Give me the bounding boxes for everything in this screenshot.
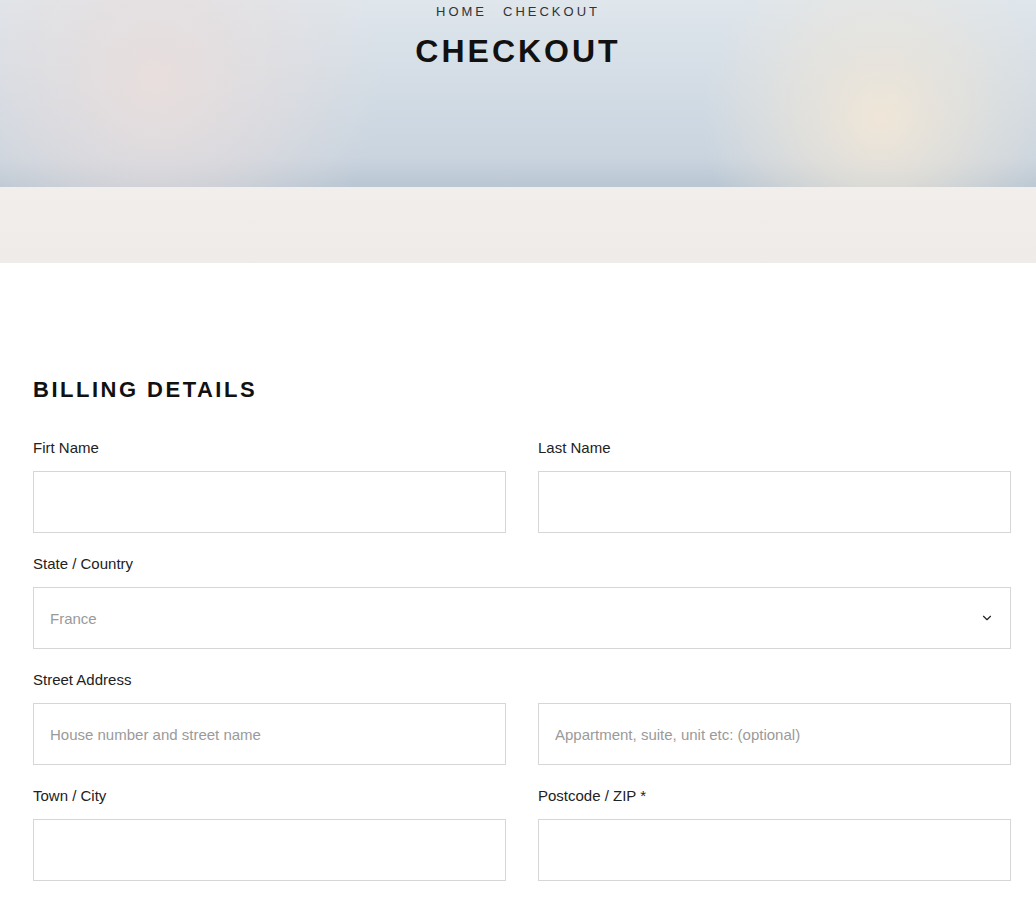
text-input[interactable]: [33, 819, 506, 881]
field-label: Firt Name: [33, 439, 506, 457]
field-label: Street Address: [33, 671, 1011, 689]
form-row: Street Address: [33, 671, 1011, 765]
select-value: France: [50, 610, 97, 627]
billing-form: BILLING DETAILS Firt Name Last Name State /…: [0, 263, 1036, 881]
form-row: Town / City Postcode / ZIP *: [33, 787, 1011, 881]
form-row: State / Country France: [33, 555, 1011, 649]
form-row: Firt Name Last Name: [33, 439, 1011, 533]
text-input[interactable]: [538, 819, 1011, 881]
form-field: State / Country France: [33, 555, 1011, 649]
country-select[interactable]: France: [33, 587, 1011, 649]
text-input[interactable]: [538, 703, 1011, 765]
section-heading: BILLING DETAILS: [33, 377, 1011, 403]
text-input[interactable]: [538, 471, 1011, 533]
field-label: Town / City: [33, 787, 506, 805]
chevron-down-icon: [980, 611, 994, 625]
page-title: CHECKOUT: [415, 32, 620, 70]
form-field: Postcode / ZIP *: [538, 787, 1011, 881]
field-label: Postcode / ZIP *: [538, 787, 1011, 805]
breadcrumb: HOME CHECKOUT: [436, 4, 600, 20]
form-field: Last Name: [538, 439, 1011, 533]
field-label: State / Country: [33, 555, 1011, 573]
text-input[interactable]: [33, 703, 506, 765]
form-field: Firt Name: [33, 439, 506, 533]
text-input[interactable]: [33, 471, 506, 533]
breadcrumb-item[interactable]: HOME: [436, 4, 487, 20]
breadcrumb-item[interactable]: CHECKOUT: [503, 4, 600, 20]
form-field: Town / City: [33, 787, 506, 881]
hero-banner: HOME CHECKOUT CHECKOUT: [0, 0, 1036, 263]
field-label: Last Name: [538, 439, 1011, 457]
